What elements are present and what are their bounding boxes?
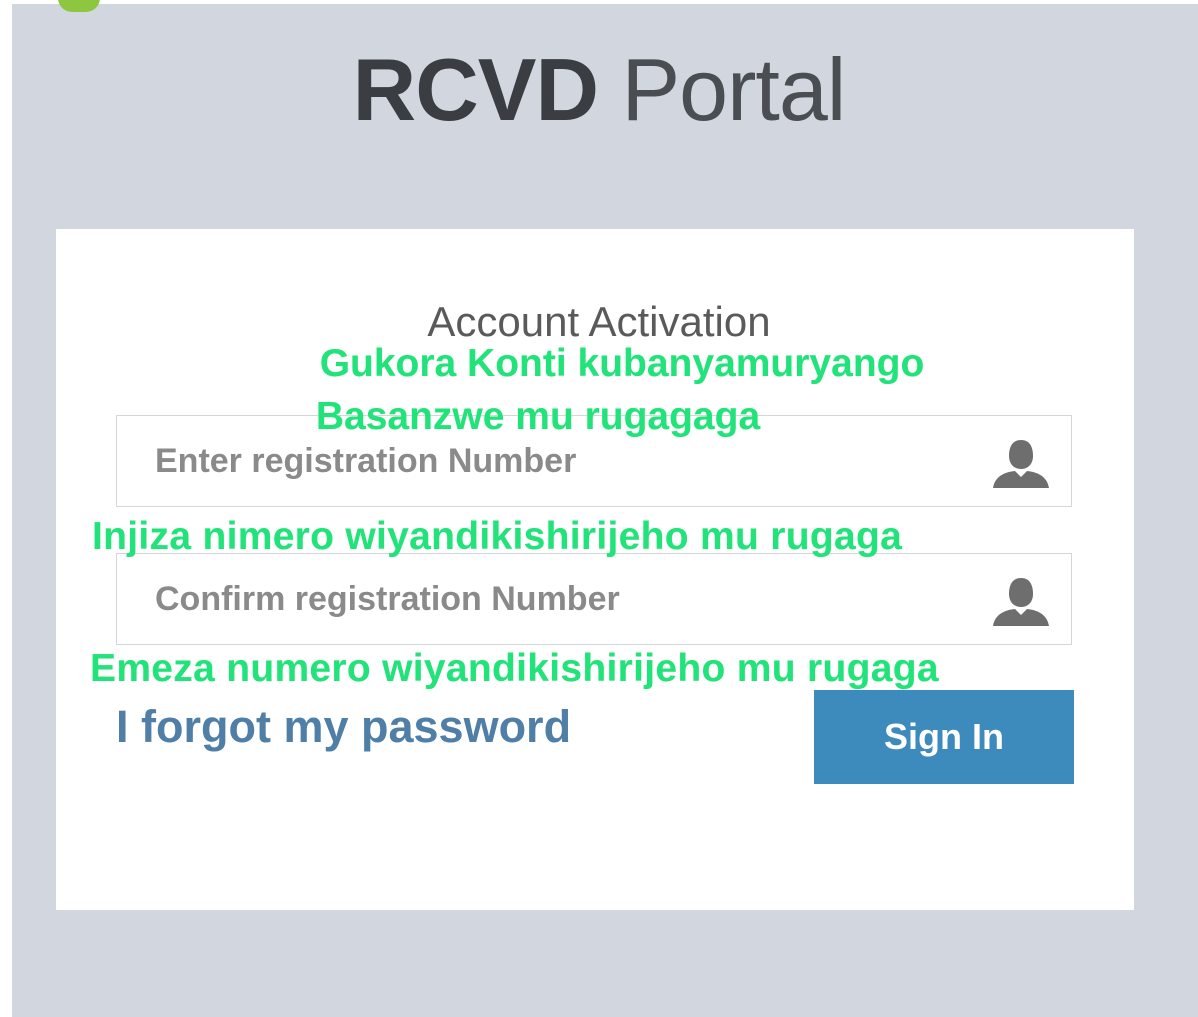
- forgot-password-link[interactable]: I forgot my password: [116, 700, 571, 754]
- user-icon: [991, 436, 1051, 488]
- sign-in-button[interactable]: Sign In: [814, 690, 1074, 784]
- annotation-line-1: Gukora Konti kubanyamuryango: [319, 342, 925, 385]
- annotation-line-4: Emeza numero wiyandikishirijeho mu rugag…: [90, 647, 939, 690]
- title-word: Portal: [621, 40, 846, 139]
- user-icon: [991, 574, 1051, 626]
- brand-name: RCVD: [352, 40, 599, 139]
- confirm-field: [116, 553, 1072, 645]
- annotation-line-3: Injiza nimero wiyandikishirijeho mu ruga…: [92, 515, 903, 558]
- confirm-registration-number-input[interactable]: [117, 554, 977, 644]
- page-title: RCVD Portal: [0, 40, 1198, 140]
- annotation-line-2: Basanzwe mu rugagaga: [315, 395, 761, 438]
